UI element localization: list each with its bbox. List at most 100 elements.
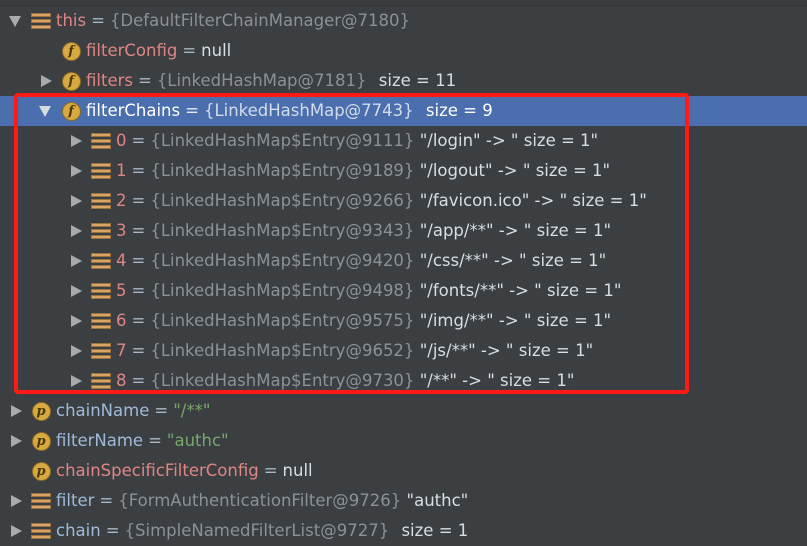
field-badge-icon: f (58, 66, 84, 96)
collection-size: size = 11 (378, 71, 457, 90)
chevron-right-icon[interactable] (66, 156, 88, 186)
variable-name: 7 (116, 341, 127, 360)
variable-value: "/js/**" -> " size = 1" (419, 341, 594, 360)
tree-row[interactable]: p filterName = "authc" (0, 426, 807, 456)
array-stripes-icon (88, 336, 114, 366)
variable-name: this (56, 11, 87, 30)
tree-row[interactable]: f filters = {LinkedHashMap@7181} size = 11 (0, 66, 807, 96)
chevron-right-icon[interactable] (6, 486, 28, 516)
tree-row[interactable]: 4 = {LinkedHashMap$Entry@9420} "/css/**" -… (0, 246, 807, 276)
equals-sign: = (131, 311, 146, 330)
variable-name: filterName (56, 431, 144, 450)
tree-row[interactable]: 0 = {LinkedHashMap$Entry@9111} "/login" ->… (0, 126, 807, 156)
variable-value: "/**" -> " size = 1" (419, 371, 575, 390)
tree-row[interactable]: p chainName = "/**" (0, 396, 807, 426)
variable-type: {LinkedHashMap@7743} (203, 101, 414, 120)
chevron-right-icon[interactable] (6, 396, 28, 426)
equals-sign: = (99, 491, 114, 510)
tree-row[interactable]: 1 = {LinkedHashMap$Entry@9189} "/logout" -… (0, 156, 807, 186)
array-stripes-icon (88, 186, 114, 216)
variable-value: "/img/**" -> " size = 1" (419, 311, 612, 330)
tree-row[interactable]: 6 = {LinkedHashMap$Entry@9575} "/img/**" -… (0, 306, 807, 336)
chevron-right-icon[interactable] (6, 426, 28, 456)
array-stripes-icon (28, 486, 54, 516)
tree-row[interactable]: f filterChains = {LinkedHashMap@7743} size … (0, 96, 807, 126)
tree-row[interactable]: 8 = {LinkedHashMap$Entry@9730} "/**" -> " … (0, 366, 807, 396)
tree-row[interactable]: filter = {FormAuthenticationFilter@9726} "… (0, 486, 807, 516)
chevron-right-icon[interactable] (36, 66, 58, 96)
variable-type: {LinkedHashMap$Entry@9266} (150, 191, 415, 210)
array-stripes-icon (88, 156, 114, 186)
variable-type: {FormAuthenticationFilter@9726} (118, 491, 402, 510)
equals-sign: = (131, 251, 146, 270)
tree-row[interactable]: 5 = {LinkedHashMap$Entry@9498} "/fonts/**"… (0, 276, 807, 306)
equals-sign: = (131, 341, 146, 360)
chevron-right-icon[interactable] (66, 126, 88, 156)
parameter-badge-icon: p (28, 456, 54, 486)
variable-value: "/app/**" -> " size = 1" (419, 221, 612, 240)
equals-sign: = (91, 11, 105, 30)
array-stripes-icon (88, 246, 114, 276)
chevron-right-icon[interactable] (66, 366, 88, 396)
variable-type: {LinkedHashMap$Entry@9189} (150, 161, 415, 180)
variable-value: null (282, 461, 313, 480)
chevron-right-icon[interactable] (66, 186, 88, 216)
variables-tree[interactable]: this = {DefaultFilterChainManager@7180} ff… (0, 6, 807, 546)
variable-name: 6 (116, 311, 127, 330)
equals-sign: = (137, 71, 152, 90)
chevron-down-icon[interactable] (36, 96, 58, 126)
variable-name: filterChains (86, 101, 181, 120)
variable-type: {LinkedHashMap$Entry@9420} (150, 251, 415, 270)
variable-type: {SimpleNamedFilterList@9727} (124, 521, 390, 540)
array-stripes-icon (28, 516, 54, 546)
no-toggle-spacer (6, 456, 28, 486)
variable-type: {LinkedHashMap$Entry@9111} (150, 131, 415, 150)
variable-value: "/fonts/**" -> " size = 1" (419, 281, 622, 300)
chevron-down-icon[interactable] (6, 6, 28, 36)
variable-name: 8 (116, 371, 127, 390)
variable-value: "authc" (406, 491, 469, 510)
tree-row[interactable]: f filterConfig = null (0, 36, 807, 66)
equals-sign: = (182, 41, 197, 60)
tree-row[interactable]: p chainSpecificFilterConfig = null (0, 456, 807, 486)
equals-sign: = (105, 521, 120, 540)
equals-sign: = (131, 281, 146, 300)
equals-sign: = (131, 131, 146, 150)
equals-sign: = (131, 191, 146, 210)
chevron-right-icon[interactable] (6, 516, 28, 546)
variable-name: 4 (116, 251, 127, 270)
chevron-right-icon[interactable] (66, 276, 88, 306)
variable-name: filters (86, 71, 133, 90)
parameter-badge-icon: p (28, 426, 54, 456)
parameter-badge-icon: p (28, 396, 54, 426)
chevron-right-icon[interactable] (66, 306, 88, 336)
no-toggle-spacer (36, 36, 58, 66)
variable-value: "authc" (166, 431, 229, 450)
chevron-right-icon[interactable] (66, 336, 88, 366)
variable-name: chain (56, 521, 101, 540)
array-stripes-icon (88, 306, 114, 336)
variable-type: {LinkedHashMap@7181} (156, 71, 367, 90)
equals-sign: = (185, 101, 199, 120)
array-stripes-icon (88, 126, 114, 156)
variable-name: 2 (116, 191, 127, 210)
collection-size: size = 1 (401, 521, 469, 540)
equals-sign: = (154, 401, 169, 420)
variable-name: 5 (116, 281, 127, 300)
equals-sign: = (131, 371, 146, 390)
variable-name: 1 (116, 161, 127, 180)
chevron-right-icon[interactable] (66, 216, 88, 246)
tree-row[interactable]: 7 = {LinkedHashMap$Entry@9652} "/js/**" ->… (0, 336, 807, 366)
variable-value: "/**" (173, 401, 211, 420)
equals-sign: = (131, 161, 146, 180)
tree-row[interactable]: 3 = {LinkedHashMap$Entry@9343} "/app/**" -… (0, 216, 807, 246)
tree-row[interactable]: 2 = {LinkedHashMap$Entry@9266} "/favicon.i… (0, 186, 807, 216)
equals-sign: = (148, 431, 162, 450)
chevron-right-icon[interactable] (66, 246, 88, 276)
variable-type: {LinkedHashMap$Entry@9498} (150, 281, 415, 300)
tree-row[interactable]: chain = {SimpleNamedFilterList@9727} size … (0, 516, 807, 546)
variable-value: "/favicon.ico" -> " size = 1" (419, 191, 647, 210)
equals-sign: = (131, 221, 146, 240)
field-badge-icon: f (58, 36, 84, 66)
tree-row[interactable]: this = {DefaultFilterChainManager@7180} (0, 6, 807, 36)
